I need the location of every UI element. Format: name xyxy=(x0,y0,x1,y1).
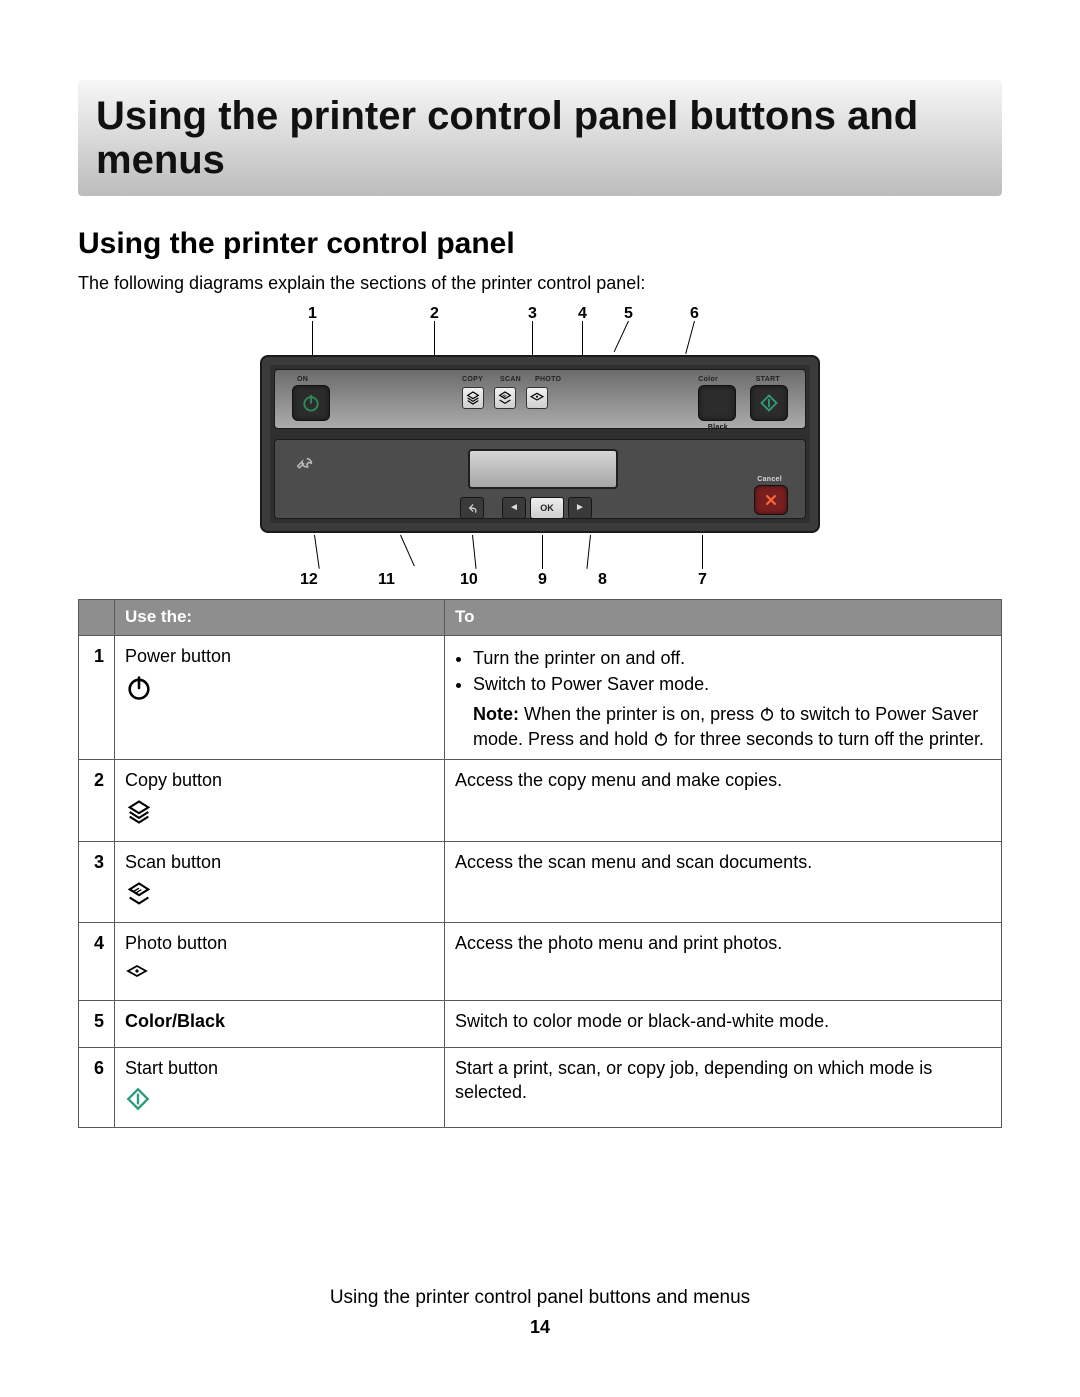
panel-scan-button xyxy=(494,387,516,409)
power-icon xyxy=(125,686,153,706)
copy-icon xyxy=(465,390,481,406)
table-header-use: Use the: xyxy=(115,599,445,635)
photo-icon xyxy=(125,969,149,989)
callout-9: 9 xyxy=(538,569,547,591)
diagram-callouts-top: 1 2 3 4 5 6 xyxy=(260,303,820,355)
panel-on-label: ON xyxy=(297,375,308,384)
document-page: Using the printer control panel buttons … xyxy=(0,0,1080,1397)
note-text-before: When the printer is on, press xyxy=(519,704,759,724)
page-footer: Using the printer control panel buttons … xyxy=(0,1285,1080,1339)
row-label: Start button xyxy=(125,1056,434,1080)
table-header-num xyxy=(79,599,115,635)
start-icon xyxy=(125,1096,151,1116)
table-row: 3 Scan button Access the scan menu and s… xyxy=(79,841,1002,923)
panel-color-label: Color xyxy=(698,375,718,384)
row-use: Power button xyxy=(115,635,445,759)
row-to: Access the photo menu and print photos. xyxy=(445,923,1002,1001)
control-panel-diagram: 1 2 3 4 5 6 ON xyxy=(78,303,1002,587)
row-num: 2 xyxy=(79,759,115,841)
footer-page-number: 14 xyxy=(0,1315,1080,1339)
button-reference-table: Use the: To 1 Power button Turn the prin… xyxy=(78,599,1002,1128)
panel-ok-label: OK xyxy=(540,502,554,514)
scan-icon xyxy=(125,892,153,912)
panel-copy-label: COPY xyxy=(462,375,483,384)
callout-12: 12 xyxy=(300,569,318,591)
row-to: Start a print, scan, or copy job, depend… xyxy=(445,1048,1002,1128)
section-heading: Using the printer control panel xyxy=(78,224,1002,265)
panel-cancel-button xyxy=(754,485,788,515)
panel-photo-button xyxy=(526,387,548,409)
row-to: Turn the printer on and off. Switch to P… xyxy=(445,635,1002,759)
row-use: Color/Black xyxy=(115,1000,445,1047)
row-label: Power button xyxy=(125,644,434,668)
section-intro: The following diagrams explain the secti… xyxy=(78,271,1002,295)
table-row: 4 Photo button Access the photo menu and… xyxy=(79,923,1002,1001)
note-text-after: for three seconds to turn off the printe… xyxy=(669,729,984,749)
panel-left-button: ◄ xyxy=(502,497,526,519)
panel-power-button xyxy=(292,385,330,421)
row-num: 6 xyxy=(79,1048,115,1128)
panel-scan-label: SCAN xyxy=(500,375,521,384)
row-num: 3 xyxy=(79,841,115,923)
panel-back-button xyxy=(460,497,484,519)
row-num: 1 xyxy=(79,635,115,759)
callout-11: 11 xyxy=(378,569,395,591)
callout-7: 7 xyxy=(698,569,707,591)
panel-black-label: Black xyxy=(708,423,728,432)
row-label: Copy button xyxy=(125,768,434,792)
panel-lcd xyxy=(468,449,618,489)
scan-icon xyxy=(497,390,513,406)
panel-setup-icon xyxy=(294,455,316,483)
table-row: 6 Start button Start a print, scan, or c… xyxy=(79,1048,1002,1128)
row-num: 4 xyxy=(79,923,115,1001)
row-label: Color/Black xyxy=(125,1009,434,1033)
callout-10: 10 xyxy=(460,569,478,591)
row-use: Scan button xyxy=(115,841,445,923)
callout-8: 8 xyxy=(598,569,607,591)
photo-icon xyxy=(529,390,545,406)
footer-chapter-title: Using the printer control panel buttons … xyxy=(0,1285,1080,1311)
power-icon xyxy=(301,393,321,413)
panel-ok-button: OK xyxy=(530,497,564,519)
row-note: Note: When the printer is on, press to s… xyxy=(473,702,991,751)
note-label: Note: xyxy=(473,704,519,724)
panel-photo-label: PHOTO xyxy=(535,375,561,384)
row-num: 5 xyxy=(79,1000,115,1047)
diagram-callouts-bottom: 12 11 10 9 8 7 xyxy=(260,535,820,587)
row-bullet: Switch to Power Saver mode. xyxy=(473,672,991,696)
row-label: Photo button xyxy=(125,931,434,955)
row-use: Start button xyxy=(115,1048,445,1128)
row-use: Copy button xyxy=(115,759,445,841)
row-to: Access the scan menu and scan documents. xyxy=(445,841,1002,923)
table-row: 2 Copy button Access the copy menu and m… xyxy=(79,759,1002,841)
chapter-title: Using the printer control panel buttons … xyxy=(96,94,984,182)
chapter-title-banner: Using the printer control panel buttons … xyxy=(78,80,1002,196)
printer-control-panel: ON COPY SCAN PHOTO Color START Black xyxy=(260,355,820,533)
row-to: Switch to color mode or black-and-white … xyxy=(445,1000,1002,1047)
panel-cancel-label: Cancel xyxy=(757,475,782,484)
row-bullet: Turn the printer on and off. xyxy=(473,646,991,670)
panel-copy-button xyxy=(462,387,484,409)
power-icon xyxy=(653,731,669,751)
panel-right-button: ► xyxy=(568,497,592,519)
panel-start-label: START xyxy=(756,375,780,384)
table-row: 1 Power button Turn the printer on and o… xyxy=(79,635,1002,759)
power-icon xyxy=(759,706,775,726)
row-to: Access the copy menu and make copies. xyxy=(445,759,1002,841)
table-header-row: Use the: To xyxy=(79,599,1002,635)
row-use: Photo button xyxy=(115,923,445,1001)
start-icon xyxy=(759,393,779,413)
close-icon xyxy=(763,492,779,508)
table-header-to: To xyxy=(445,599,1002,635)
table-row: 5 Color/Black Switch to color mode or bl… xyxy=(79,1000,1002,1047)
row-label: Scan button xyxy=(125,850,434,874)
back-icon xyxy=(465,501,479,515)
wrench-icon xyxy=(294,455,316,477)
copy-icon xyxy=(125,810,153,830)
panel-start-button xyxy=(750,385,788,421)
panel-color-button xyxy=(698,385,736,421)
